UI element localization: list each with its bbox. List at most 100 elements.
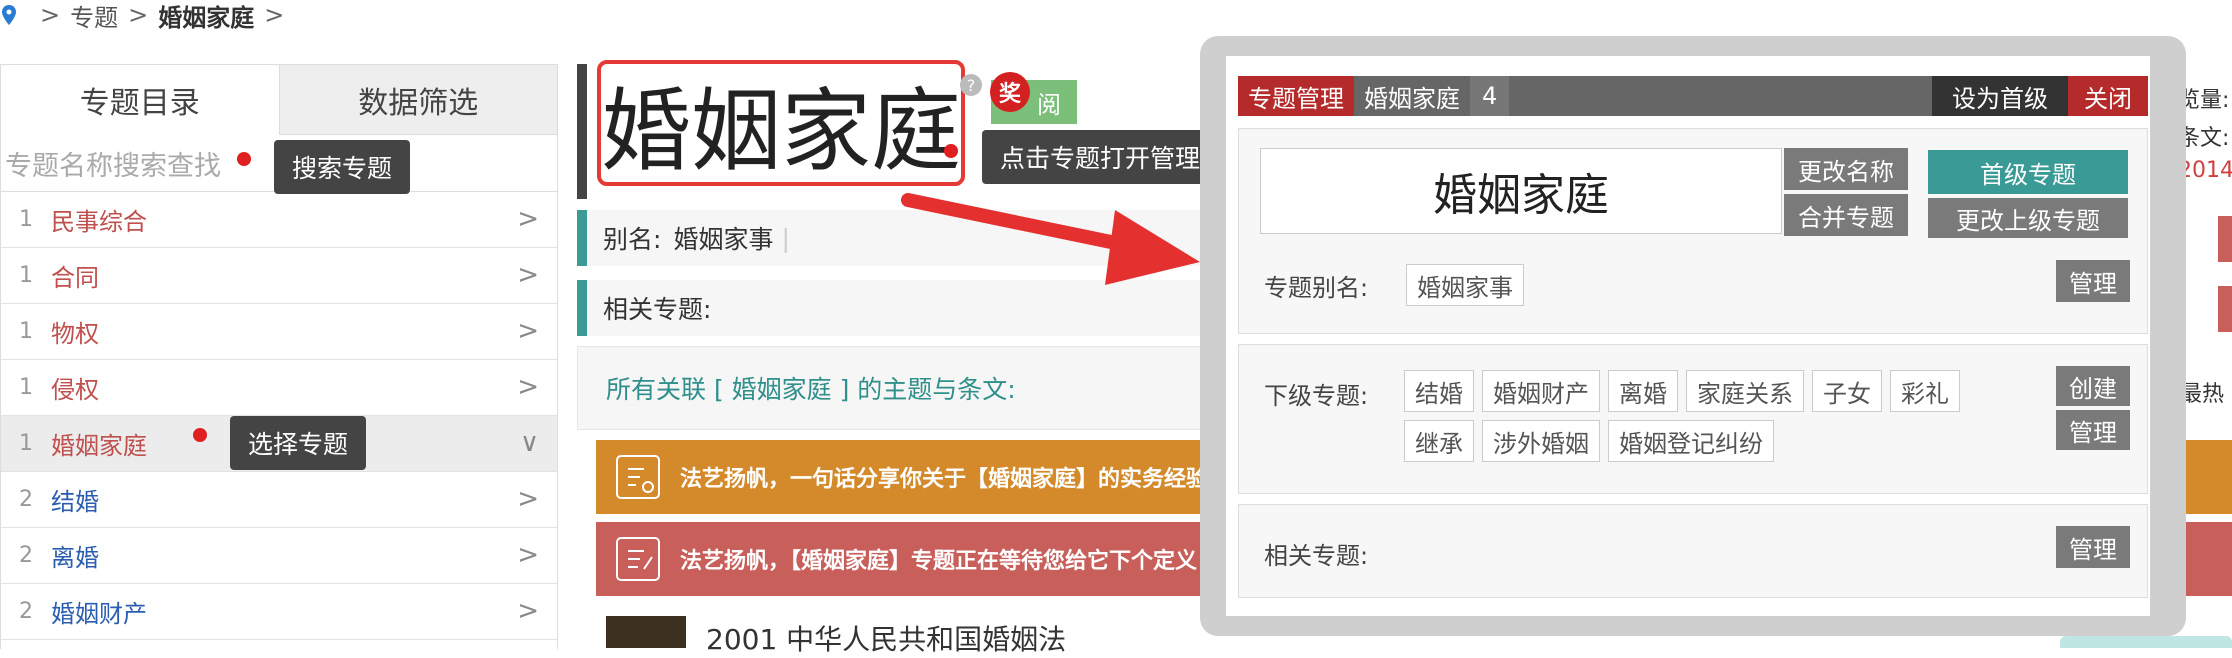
- subtopic-tag[interactable]: 结婚: [1404, 370, 1474, 412]
- subtopic-tag[interactable]: 子女: [1812, 370, 1882, 412]
- read-button-label: 阅: [1037, 90, 1061, 119]
- share-banner[interactable]: 法艺扬帆，一句话分享你关于【婚姻家庭】的实务经验: [596, 440, 1236, 514]
- hint-dot: [944, 144, 958, 158]
- side-tab[interactable]: [2218, 216, 2232, 262]
- sort-fragment[interactable]: 最热: [2180, 376, 2224, 408]
- alias-value[interactable]: 婚姻家事: [673, 220, 773, 256]
- alias-tag[interactable]: 婚姻家事: [1406, 264, 1524, 306]
- modal-related-section: [1238, 504, 2148, 598]
- subtopic-tag[interactable]: 婚姻财产: [1482, 370, 1600, 412]
- edit-document-icon: [616, 537, 660, 581]
- topic-label: 侵权: [51, 376, 99, 404]
- rename-button[interactable]: 更改名称: [1784, 148, 1908, 190]
- merge-topic-button[interactable]: 合并专题: [1784, 194, 1908, 236]
- breadcrumb-separator: >: [264, 1, 285, 29]
- law-item-title[interactable]: 2001 中华人民共和国婚姻法: [706, 618, 1066, 658]
- topic-level: 1: [19, 375, 33, 400]
- topic-level: 2: [19, 543, 33, 568]
- arrow-icon: [901, 193, 1200, 285]
- sidebar-topic-item[interactable]: 2 结婚 >: [1, 472, 557, 528]
- subtopic-tags: 结婚 婚姻财产 离婚 家庭关系 子女 彩礼继承 涉外婚姻 婚姻登记纠纷: [1404, 370, 2024, 470]
- subtopic-tag[interactable]: 继承: [1404, 420, 1474, 462]
- alias-divider: |: [781, 223, 790, 253]
- sidebar-topic-item[interactable]: 2 离婚 >: [1, 528, 557, 584]
- topic-level: 1: [19, 319, 33, 344]
- sidebar-topic-item[interactable]: 1 合同 >: [1, 248, 557, 304]
- topic-label: 合同: [51, 264, 99, 292]
- tab-topic-catalog[interactable]: 专题目录: [1, 65, 280, 135]
- subtopic-tag[interactable]: 涉外婚姻: [1482, 420, 1600, 462]
- chevron-right-icon[interactable]: >: [517, 260, 539, 290]
- subtopic-tag[interactable]: 离婚: [1608, 370, 1678, 412]
- banner-fragment: [2186, 522, 2232, 596]
- sidebar-tabs: 专题目录 数据筛选: [1, 65, 557, 135]
- topic-label: 婚姻财产: [51, 600, 147, 628]
- select-topic-tooltip: 选择专题: [230, 416, 367, 470]
- subtopic-label: 下级专题:: [1264, 382, 1369, 410]
- manage-related-button[interactable]: 管理: [2056, 526, 2130, 568]
- create-subtopic-button[interactable]: 创建: [2056, 366, 2130, 406]
- topic-title[interactable]: 婚姻家庭: [597, 60, 965, 186]
- topic-name-field[interactable]: 婚姻家庭: [1260, 148, 1782, 234]
- topic-label: 物权: [51, 320, 99, 348]
- chevron-right-icon[interactable]: >: [517, 204, 539, 234]
- side-tab[interactable]: [2218, 286, 2232, 332]
- footer-fragment: [2060, 636, 2232, 648]
- manage-subtopic-button[interactable]: 管理: [2056, 410, 2130, 450]
- topic-level: 1: [19, 431, 33, 456]
- modal-header: 专题管理 婚姻家庭 4 设为首级 关闭: [1238, 76, 2148, 116]
- alias-section-label: 专题别名:: [1264, 274, 1369, 302]
- breadcrumb-separator: >: [40, 1, 61, 29]
- topic-level: 2: [19, 599, 33, 624]
- top-level-topic-button[interactable]: 首级专题: [1928, 150, 2128, 194]
- law-thumbnail: [606, 616, 686, 648]
- topic-level: 1: [19, 207, 33, 232]
- topic-label: 民事综合: [51, 208, 147, 236]
- chevron-right-icon[interactable]: >: [517, 484, 539, 514]
- alias-label: 别名:: [603, 225, 662, 254]
- manage-alias-button[interactable]: 管理: [2056, 260, 2130, 302]
- search-topic-tooltip: 搜索专题: [274, 140, 411, 194]
- topic-level: 1: [19, 263, 33, 288]
- chevron-down-icon[interactable]: ∨: [520, 428, 539, 458]
- topic-label: 离婚: [51, 544, 99, 572]
- sidebar-topic-item[interactable]: 1 民事综合 >: [1, 192, 557, 248]
- set-top-level-button[interactable]: 设为首级: [1932, 76, 2068, 116]
- share-banner-text: 法艺扬帆，一句话分享你关于【婚姻家庭】的实务经验: [680, 467, 1209, 492]
- related-section-label: 相关专题:: [1264, 542, 1369, 570]
- date-fragment: 2014-: [2178, 158, 2232, 183]
- breadcrumb-separator: >: [128, 1, 149, 29]
- define-banner[interactable]: 法艺扬帆，【婚姻家庭】专题正在等待您给它下个定义: [596, 522, 1236, 596]
- related-heading: 所有关联 [ 婚姻家庭 ] 的主题与条文:: [577, 346, 1237, 430]
- chevron-right-icon[interactable]: >: [517, 540, 539, 570]
- topic-label: 结婚: [51, 488, 99, 516]
- chevron-right-icon[interactable]: >: [517, 316, 539, 346]
- subtopic-tag[interactable]: 家庭关系: [1686, 370, 1804, 412]
- tab-data-filter[interactable]: 数据筛选: [279, 65, 557, 135]
- chevron-right-icon[interactable]: >: [517, 596, 539, 626]
- topic-label: 婚姻家庭: [51, 432, 147, 460]
- topic-level: 2: [19, 487, 33, 512]
- award-badge: 奖: [990, 72, 1030, 112]
- help-icon[interactable]: ?: [960, 74, 982, 96]
- document-check-icon: [616, 455, 660, 499]
- related-topics-label: 相关专题:: [603, 295, 712, 324]
- location-pin-icon: [2, 5, 16, 25]
- modal-title: 专题管理: [1238, 76, 1354, 116]
- chevron-right-icon[interactable]: >: [517, 372, 539, 402]
- sidebar-topic-item[interactable]: 2 婚姻财产 >: [1, 584, 557, 640]
- subtopic-tag[interactable]: 彩礼: [1890, 370, 1960, 412]
- change-parent-button[interactable]: 更改上级专题: [1928, 198, 2128, 238]
- close-button[interactable]: 关闭: [2068, 76, 2148, 116]
- hint-dot: [237, 152, 251, 166]
- hint-dot: [193, 428, 207, 442]
- title-accent-bar: [577, 64, 587, 199]
- breadcrumb-item-current[interactable]: 婚姻家庭: [158, 0, 254, 33]
- search-placeholder: 专题名称搜索查找: [5, 150, 221, 182]
- define-banner-text: 法艺扬帆，【婚姻家庭】专题正在等待您给它下个定义: [680, 549, 1198, 574]
- breadcrumb: > 专题 > 婚姻家庭 >: [0, 0, 294, 33]
- breadcrumb-item-topics[interactable]: 专题: [70, 0, 118, 33]
- subtopic-tag[interactable]: 婚姻登记纠纷: [1608, 420, 1774, 462]
- sidebar-topic-item[interactable]: 1 侵权 >: [1, 360, 557, 416]
- sidebar-topic-item[interactable]: 1 物权 >: [1, 304, 557, 360]
